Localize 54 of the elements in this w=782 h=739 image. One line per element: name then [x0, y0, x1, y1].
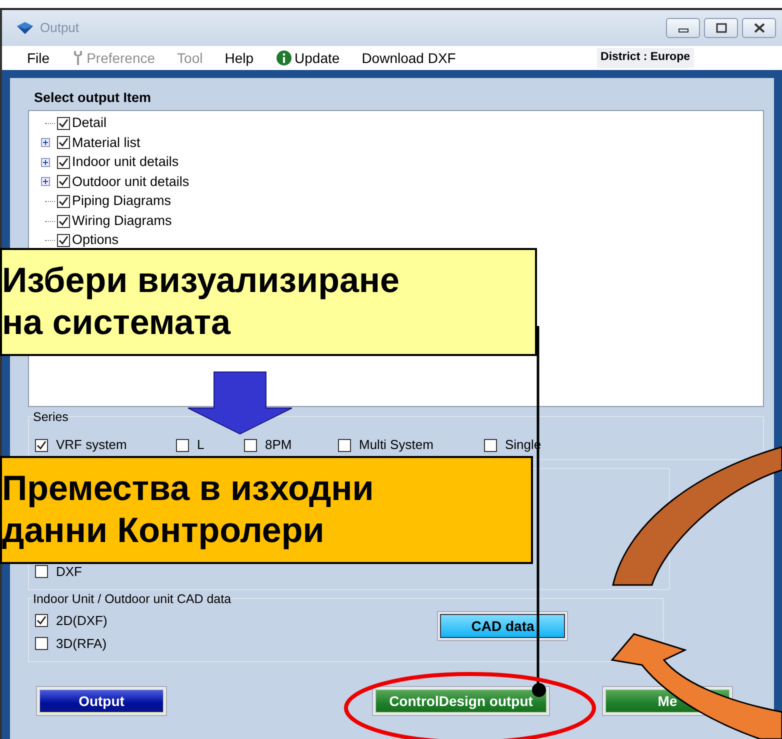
- callout-text: Избери визуализиране на системата: [0, 248, 537, 356]
- checkbox[interactable]: [57, 116, 70, 130]
- group-title: Series: [33, 409, 68, 426]
- close-icon: [752, 23, 766, 33]
- menu-item[interactable]: Download DXF: [350, 48, 467, 68]
- checkbox-label: 2D(DXF): [56, 612, 108, 630]
- checkbox-label: L: [197, 436, 204, 454]
- tree-item[interactable]: Material list: [72, 132, 140, 153]
- section-title: Select output Item: [34, 89, 152, 107]
- menu-item[interactable]: File: [16, 48, 61, 68]
- checkbox[interactable]: [35, 438, 48, 452]
- action-button[interactable]: Output: [36, 686, 167, 716]
- tree-item[interactable]: Detail: [72, 112, 107, 134]
- window-title: Output: [40, 19, 80, 38]
- action-button[interactable]: ControlDesign output: [372, 686, 550, 716]
- maximize-button[interactable]: [704, 18, 738, 38]
- tree-item[interactable]: Indoor unit details: [72, 152, 179, 172]
- checkbox[interactable]: [57, 156, 70, 169]
- expand-icon[interactable]: [41, 158, 50, 167]
- checkbox[interactable]: [35, 614, 48, 628]
- checkbox-label: 8PM: [265, 436, 292, 454]
- app-icon: [16, 21, 34, 35]
- callout-text: Премества в изходни данни Контролери: [0, 456, 533, 564]
- minimize-button[interactable]: [666, 18, 700, 38]
- checkbox-label: Multi System: [359, 436, 434, 454]
- checkbox[interactable]: [176, 438, 189, 452]
- tree-item[interactable]: Piping Diagrams: [72, 191, 172, 212]
- menu-item[interactable]: Help: [214, 48, 265, 68]
- maximize-icon: [714, 23, 728, 33]
- expand-icon[interactable]: [41, 177, 50, 186]
- checkbox-label: DXF: [56, 563, 82, 581]
- checkbox[interactable]: [484, 438, 497, 452]
- checkbox[interactable]: [35, 637, 48, 650]
- checkbox[interactable]: [35, 565, 48, 578]
- info-icon: [276, 50, 292, 66]
- checkbox[interactable]: [57, 234, 70, 248]
- district-label: District : Europe: [596, 48, 694, 68]
- tree-item[interactable]: Options: [72, 230, 119, 251]
- checkbox[interactable]: [57, 194, 70, 208]
- checkbox-label: 3D(RFA): [56, 635, 107, 653]
- checkbox[interactable]: [244, 438, 257, 452]
- cad-data-button[interactable]: CAD data: [437, 611, 568, 642]
- checkbox[interactable]: [57, 136, 70, 150]
- menu-item[interactable]: Update: [264, 48, 351, 68]
- checkbox[interactable]: [57, 214, 70, 228]
- checkbox[interactable]: [338, 438, 351, 452]
- checkbox[interactable]: [57, 175, 70, 188]
- group-title: Indoor Unit / Outdoor unit CAD data: [33, 591, 232, 608]
- tree-item[interactable]: Wiring Diagrams: [72, 210, 172, 232]
- expand-icon[interactable]: [41, 138, 50, 148]
- wrench-icon: [72, 50, 84, 66]
- close-button[interactable]: [742, 18, 776, 38]
- checkbox-label: VRF system: [56, 436, 127, 454]
- tree-item[interactable]: Outdoor unit details: [72, 172, 190, 192]
